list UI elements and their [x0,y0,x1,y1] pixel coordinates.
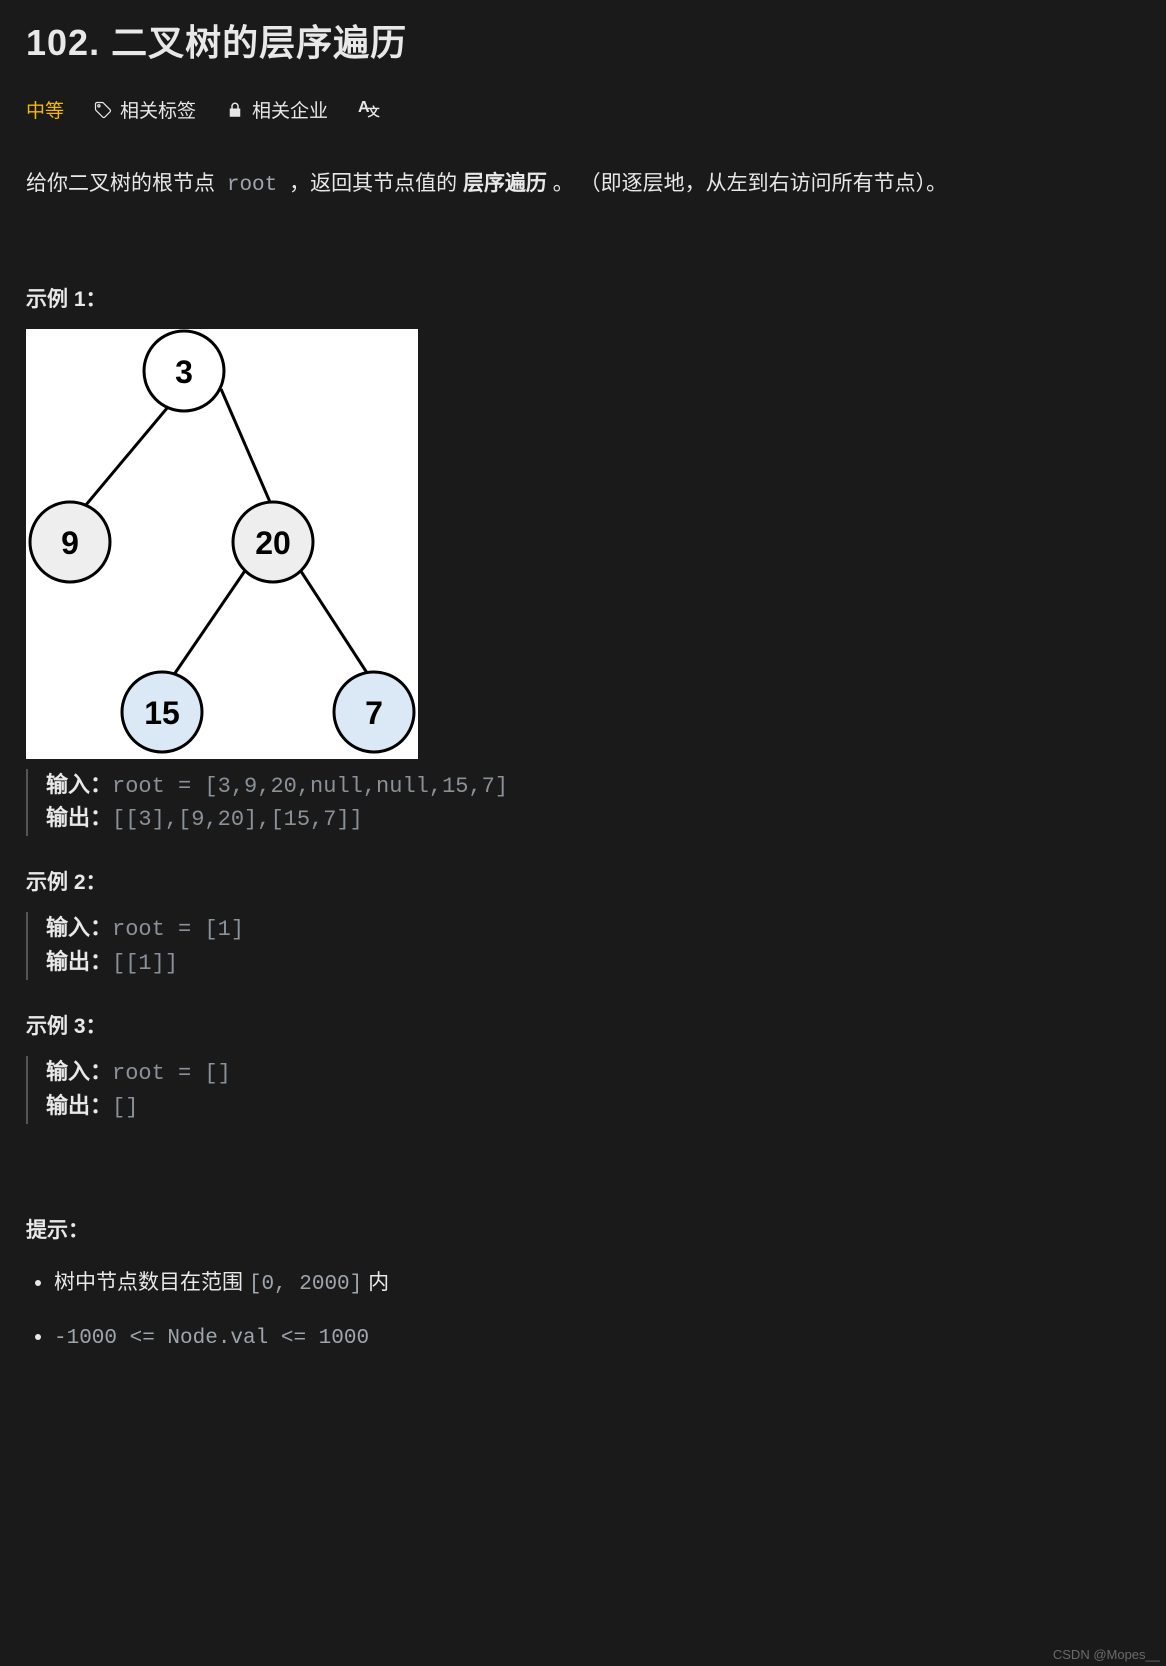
watermark: CSDN @Mopes__ [1053,1647,1160,1662]
problem-description: 给你二叉树的根节点 root ，返回其节点值的 层序遍历 。 （即逐层地，从左到… [26,167,1140,203]
example-2-block: 输入：root = [1] 输出：[[1]] [26,912,1140,980]
tags-label: 相关标签 [120,96,196,123]
problem-title: 102. 二叉树的层序遍历 [26,14,1140,66]
svg-text:7: 7 [365,695,383,731]
translate-button[interactable]: A文 [358,99,380,120]
example-2-head: 示例 2： [26,866,1140,896]
example-3-head: 示例 3： [26,1010,1140,1040]
hints-section: 提示： 树中节点数目在范围 [0, 2000] 内 -1000 <= Node.… [26,1214,1140,1358]
svg-text:3: 3 [175,354,193,390]
translate-icon: A文 [358,99,380,120]
tree-diagram: 3 9 20 15 7 [26,329,418,759]
hint-item: 树中节点数目在范围 [0, 2000] 内 [54,1264,1140,1304]
svg-text:15: 15 [144,695,180,731]
example-1-block: 输入：root = [3,9,20,null,null,15,7] 输出：[[3… [26,769,1140,837]
lock-icon [226,101,244,119]
companies-link[interactable]: 相关企业 [226,96,328,123]
hint-item: -1000 <= Node.val <= 1000 [54,1318,1140,1358]
hints-head: 提示： [26,1214,1140,1244]
companies-label: 相关企业 [252,96,328,123]
tag-icon [94,101,112,119]
tags-link[interactable]: 相关标签 [94,96,196,123]
example-3-block: 输入：root = [] 输出：[] [26,1056,1140,1124]
code-root: root [221,173,283,198]
svg-text:9: 9 [61,525,79,561]
difficulty-badge: 中等 [26,96,64,123]
example-1-head: 示例 1： [26,283,1140,313]
meta-row: 中等 相关标签 相关企业 A文 [26,96,1140,123]
svg-text:20: 20 [255,525,291,561]
